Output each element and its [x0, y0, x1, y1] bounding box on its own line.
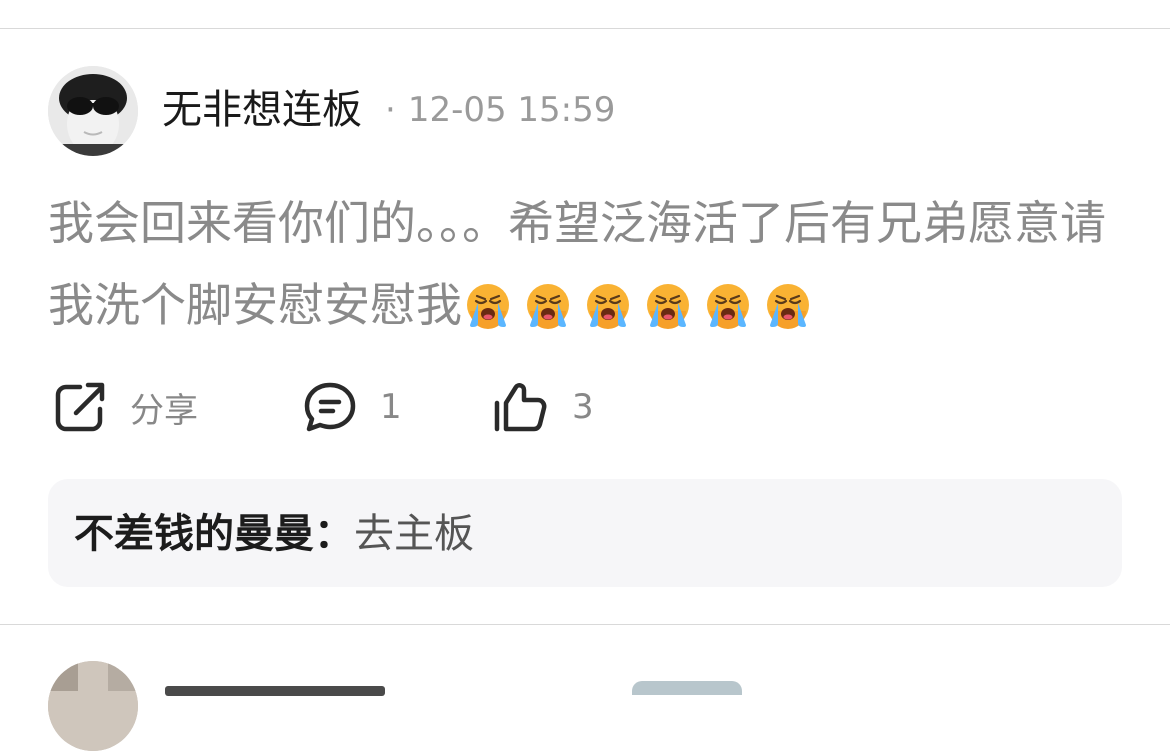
- post-content: 我会回来看你们的。。。希望泛海活了后有兄弟愿意请我洗个脚安慰安慰我: [48, 182, 1128, 346]
- next-post-badge: [632, 681, 742, 695]
- share-label: 分享: [130, 390, 198, 431]
- meta-separator: ·: [385, 90, 396, 130]
- thumbs-up-icon: [494, 383, 547, 432]
- reply-text: 不差钱的曼曼：去主板: [74, 509, 474, 559]
- like-button[interactable]: 3: [492, 374, 594, 440]
- next-post-username[interactable]: [165, 678, 385, 698]
- reply-content: 去主板: [354, 511, 474, 557]
- username[interactable]: 无非想连板: [162, 86, 362, 134]
- loudly-crying-face-icon: [527, 284, 569, 329]
- comment-button[interactable]: 1: [302, 374, 402, 440]
- loudly-crying-face-icon: [587, 284, 629, 329]
- reply-author[interactable]: 不差钱的曼曼：: [74, 511, 354, 557]
- share-button[interactable]: 分享: [52, 374, 198, 440]
- comment-count: 1: [380, 387, 402, 427]
- user-avatar[interactable]: [48, 66, 138, 156]
- loudly-crying-face-icon: [467, 284, 509, 329]
- next-avatar-image: [48, 661, 138, 751]
- loudly-crying-face-icon: [707, 284, 749, 329]
- top-divider: [0, 28, 1170, 29]
- share-icon: [55, 382, 105, 432]
- next-post-avatar[interactable]: [48, 661, 138, 751]
- action-bar: 分享 1 3: [0, 374, 1170, 440]
- post-meta: · 12-05 15:59: [385, 88, 615, 132]
- comment-icon: [304, 382, 356, 432]
- post-timestamp: 12-05 15:59: [407, 90, 616, 130]
- like-count: 3: [572, 387, 594, 427]
- loudly-crying-face-icon: [647, 284, 689, 329]
- emoji-row: [462, 278, 812, 332]
- avatar-image: [48, 66, 138, 156]
- reply-preview[interactable]: 不差钱的曼曼：去主板: [48, 479, 1122, 587]
- loudly-crying-face-icon: [767, 284, 809, 329]
- bottom-divider: [0, 624, 1170, 625]
